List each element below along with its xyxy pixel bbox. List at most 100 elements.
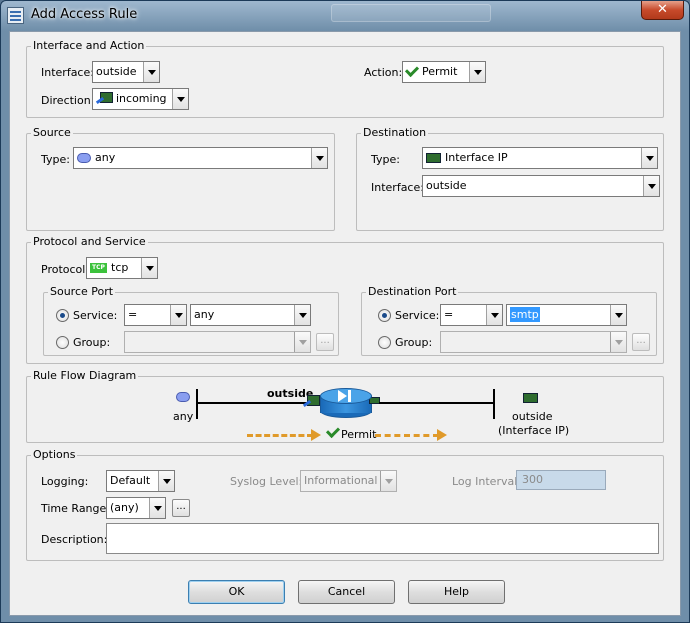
- chevron-down-icon[interactable]: [158, 471, 174, 491]
- source-group-label: Group:: [73, 336, 111, 349]
- interface-select[interactable]: outside: [92, 61, 160, 83]
- destination-operator-select[interactable]: =: [440, 304, 503, 326]
- incoming-direction-icon: [96, 92, 113, 106]
- title-bar[interactable]: Add Access Rule ✕: [1, 1, 689, 29]
- direction-value: incoming: [116, 92, 167, 105]
- chevron-down-icon[interactable]: [641, 148, 657, 168]
- app-icon: [7, 7, 24, 24]
- source-group-radio[interactable]: [56, 336, 69, 349]
- direction-select[interactable]: incoming: [92, 88, 189, 110]
- diagram-destination-sublabel: (Interface IP): [498, 424, 570, 437]
- chevron-down-icon[interactable]: [610, 305, 626, 325]
- interface-card-icon: [426, 153, 441, 163]
- destination-group-select[interactable]: [440, 331, 627, 353]
- flow-arrow-right: [375, 434, 439, 437]
- diagram-destination-label: outside: [512, 410, 553, 423]
- chevron-down-icon[interactable]: [149, 498, 165, 518]
- chevron-down-icon[interactable]: [172, 89, 188, 109]
- source-group-select[interactable]: [124, 331, 311, 353]
- destination-group-browse-button[interactable]: ...: [632, 333, 650, 351]
- log-interval-input[interactable]: 300: [516, 470, 606, 490]
- chevron-down-icon[interactable]: [610, 332, 626, 352]
- destination-service-label: Service:: [395, 309, 440, 322]
- action-select[interactable]: Permit: [402, 61, 486, 83]
- chevron-down-icon[interactable]: [294, 305, 310, 325]
- time-range-value: (any): [110, 501, 139, 514]
- close-button[interactable]: ✕: [641, 1, 684, 20]
- destination-type-select[interactable]: Interface IP: [422, 147, 658, 169]
- diagram-source-label: any: [173, 410, 194, 423]
- description-label: Description:: [41, 533, 108, 546]
- asa-router-icon: [320, 388, 372, 418]
- check-icon: [404, 62, 420, 78]
- source-group: Source Type: any: [26, 126, 335, 231]
- chevron-down-icon[interactable]: [643, 176, 659, 196]
- diagram-flow-line-right: [379, 402, 494, 404]
- flow-arrow-head-left: [311, 429, 321, 441]
- cancel-button[interactable]: Cancel: [298, 580, 395, 604]
- protocol-service-title: Protocol and Service: [31, 235, 148, 248]
- log-interval-label: Log Interval:: [452, 475, 521, 488]
- ok-button[interactable]: OK: [188, 580, 285, 604]
- source-service-value: any: [194, 308, 215, 321]
- logging-select[interactable]: Default: [106, 470, 175, 492]
- source-type-select[interactable]: any: [73, 147, 328, 169]
- destination-service-radio[interactable]: [378, 309, 391, 322]
- destination-group-radio[interactable]: [378, 336, 391, 349]
- interface-label: Interface:: [41, 66, 94, 79]
- time-range-select[interactable]: (any): [106, 497, 166, 519]
- source-service-select[interactable]: any: [190, 304, 311, 326]
- source-operator-select[interactable]: =: [124, 304, 187, 326]
- source-operator-value: =: [128, 308, 138, 321]
- source-cloud-icon: [176, 392, 190, 402]
- options-title: Options: [31, 448, 78, 461]
- action-value: Permit: [422, 65, 458, 78]
- destination-title: Destination: [361, 126, 429, 139]
- protocol-select[interactable]: TCP tcp: [86, 257, 158, 279]
- background-search-ghost: [331, 4, 491, 22]
- source-group-browse-button[interactable]: ...: [316, 333, 334, 351]
- options-group: Options Logging: Default Syslog Level: I…: [26, 448, 664, 561]
- logging-value: Default: [110, 474, 151, 487]
- destination-type-label: Type:: [371, 153, 400, 166]
- description-input[interactable]: [106, 523, 659, 554]
- source-boundary-line: [196, 389, 198, 419]
- tcp-icon: TCP: [90, 263, 107, 273]
- destination-service-value: smtp: [510, 307, 540, 322]
- interface-action-title: Interface and Action: [31, 39, 147, 52]
- interface-action-group: Interface and Action Interface: outside …: [26, 39, 664, 118]
- destination-service-select[interactable]: smtp: [506, 304, 627, 326]
- chevron-down-icon[interactable]: [469, 62, 485, 82]
- chevron-down-icon[interactable]: [380, 471, 396, 491]
- destination-operator-value: =: [444, 308, 454, 321]
- dialog-client: Interface and Action Interface: outside …: [9, 31, 681, 616]
- direction-label: Direction:: [41, 94, 95, 107]
- time-range-browse-button[interactable]: ...: [172, 499, 190, 517]
- chevron-down-icon[interactable]: [311, 148, 327, 168]
- chevron-down-icon[interactable]: [486, 305, 502, 325]
- dialog-window: Add Access Rule ✕ Interface and Action I…: [0, 0, 690, 623]
- source-service-radio[interactable]: [56, 309, 69, 322]
- rule-flow-title: Rule Flow Diagram: [31, 369, 139, 382]
- destination-interface-label: Interface:: [371, 181, 424, 194]
- source-port-title: Source Port: [48, 285, 116, 298]
- destination-group-label: Group:: [395, 336, 433, 349]
- syslog-level-select[interactable]: Informational: [300, 470, 397, 492]
- chevron-down-icon[interactable]: [141, 258, 157, 278]
- source-type-label: Type:: [41, 153, 70, 166]
- chevron-down-icon[interactable]: [294, 332, 310, 352]
- chevron-down-icon[interactable]: [170, 305, 186, 325]
- flow-arrow-left: [247, 434, 313, 437]
- source-title: Source: [31, 126, 73, 139]
- protocol-label: Protocol:: [41, 263, 90, 276]
- rule-flow-diagram-group: Rule Flow Diagram any outside outside (I…: [26, 369, 664, 443]
- chevron-down-icon[interactable]: [143, 62, 159, 82]
- destination-port-group: Destination Port Service: = smtp Group: …: [361, 285, 657, 356]
- logging-label: Logging:: [41, 475, 89, 488]
- destination-interface-select[interactable]: outside: [422, 175, 660, 197]
- syslog-level-label: Syslog Level:: [230, 475, 303, 488]
- help-button[interactable]: Help: [408, 580, 505, 604]
- destination-boundary-line: [493, 389, 495, 419]
- destination-group: Destination Type: Interface IP Interface…: [356, 126, 664, 231]
- source-type-value: any: [95, 151, 116, 164]
